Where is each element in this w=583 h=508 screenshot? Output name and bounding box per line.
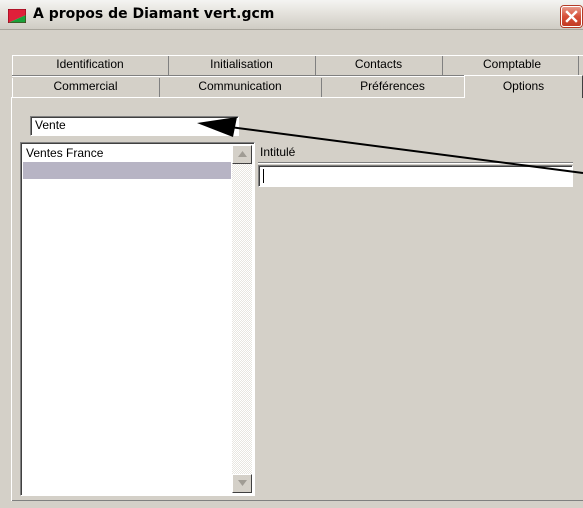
annotation-arrow xyxy=(197,117,583,174)
about-dialog: A propos de Diamant vert.gcm Identificat… xyxy=(0,0,583,508)
